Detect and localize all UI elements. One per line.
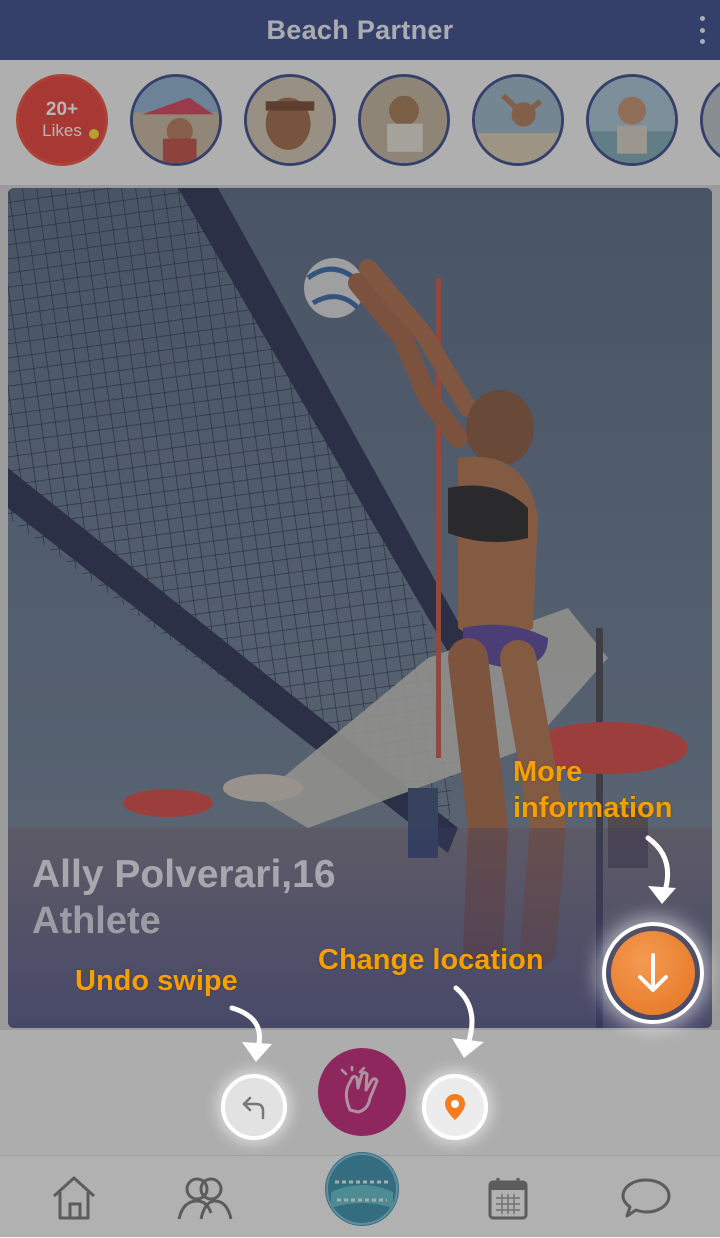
story-avatar[interactable]: [586, 74, 678, 166]
app-title: Beach Partner: [266, 14, 454, 45]
coach-arrow-icon: [229, 1005, 272, 1062]
story-avatar[interactable]: [358, 74, 450, 166]
app-screen: Beach Partner 20+ Likes Ally Polverari,1…: [0, 0, 720, 1238]
story-avatar[interactable]: [130, 74, 222, 166]
coach-arrow-icon: [645, 835, 676, 904]
map-pin-icon: [445, 1094, 465, 1120]
people-icon: [177, 1177, 233, 1220]
likes-bubble[interactable]: 20+ Likes: [16, 74, 108, 166]
kebab-menu-icon[interactable]: [698, 16, 706, 44]
beach-partner-logo: [326, 1153, 398, 1225]
coach-arrow-icon: [452, 985, 484, 1058]
coach-label-undo-swipe: Undo swipe: [75, 965, 238, 997]
coach-label-change-location: Change location: [318, 944, 544, 976]
coach-more-line2: information: [513, 792, 673, 824]
chat-bubble-icon: [621, 1178, 671, 1218]
profile-card[interactable]: Ally Polverari,16 Athlete: [8, 188, 712, 1028]
story-avatar[interactable]: [472, 74, 564, 166]
likes-count: 20+: [45, 99, 79, 120]
change-location-button[interactable]: [422, 1074, 488, 1140]
coach-label-more-information: More information: [513, 754, 673, 826]
chat-tab[interactable]: [616, 1170, 676, 1226]
profile-name: Ally Polverari,16: [32, 853, 336, 896]
more-information-button-face: [611, 931, 695, 1015]
people-tab[interactable]: [175, 1170, 235, 1226]
story-avatar[interactable]: [244, 74, 336, 166]
arrow-down-icon: [638, 953, 668, 992]
likes-indicator-dot: [89, 129, 99, 139]
likes-label: Likes: [42, 121, 82, 140]
clap-button[interactable]: [318, 1048, 406, 1136]
home-icon: [52, 1176, 96, 1220]
beach-partner-logo-tab[interactable]: [325, 1152, 399, 1226]
profile-stories-strip: 20+ Likes: [0, 60, 720, 185]
calendar-tab[interactable]: [478, 1170, 538, 1226]
coach-more-line1: More: [513, 756, 583, 788]
more-information-button[interactable]: [602, 922, 704, 1024]
app-header: Beach Partner: [0, 0, 720, 60]
undo-swipe-button[interactable]: [221, 1074, 287, 1140]
undo-arrow-icon: [242, 1096, 265, 1120]
clapping-hands-icon: [340, 1066, 379, 1114]
story-avatar[interactable]: [700, 74, 720, 166]
home-tab[interactable]: [44, 1170, 104, 1226]
profile-role: Athlete: [32, 900, 161, 942]
calendar-icon: [488, 1178, 528, 1220]
